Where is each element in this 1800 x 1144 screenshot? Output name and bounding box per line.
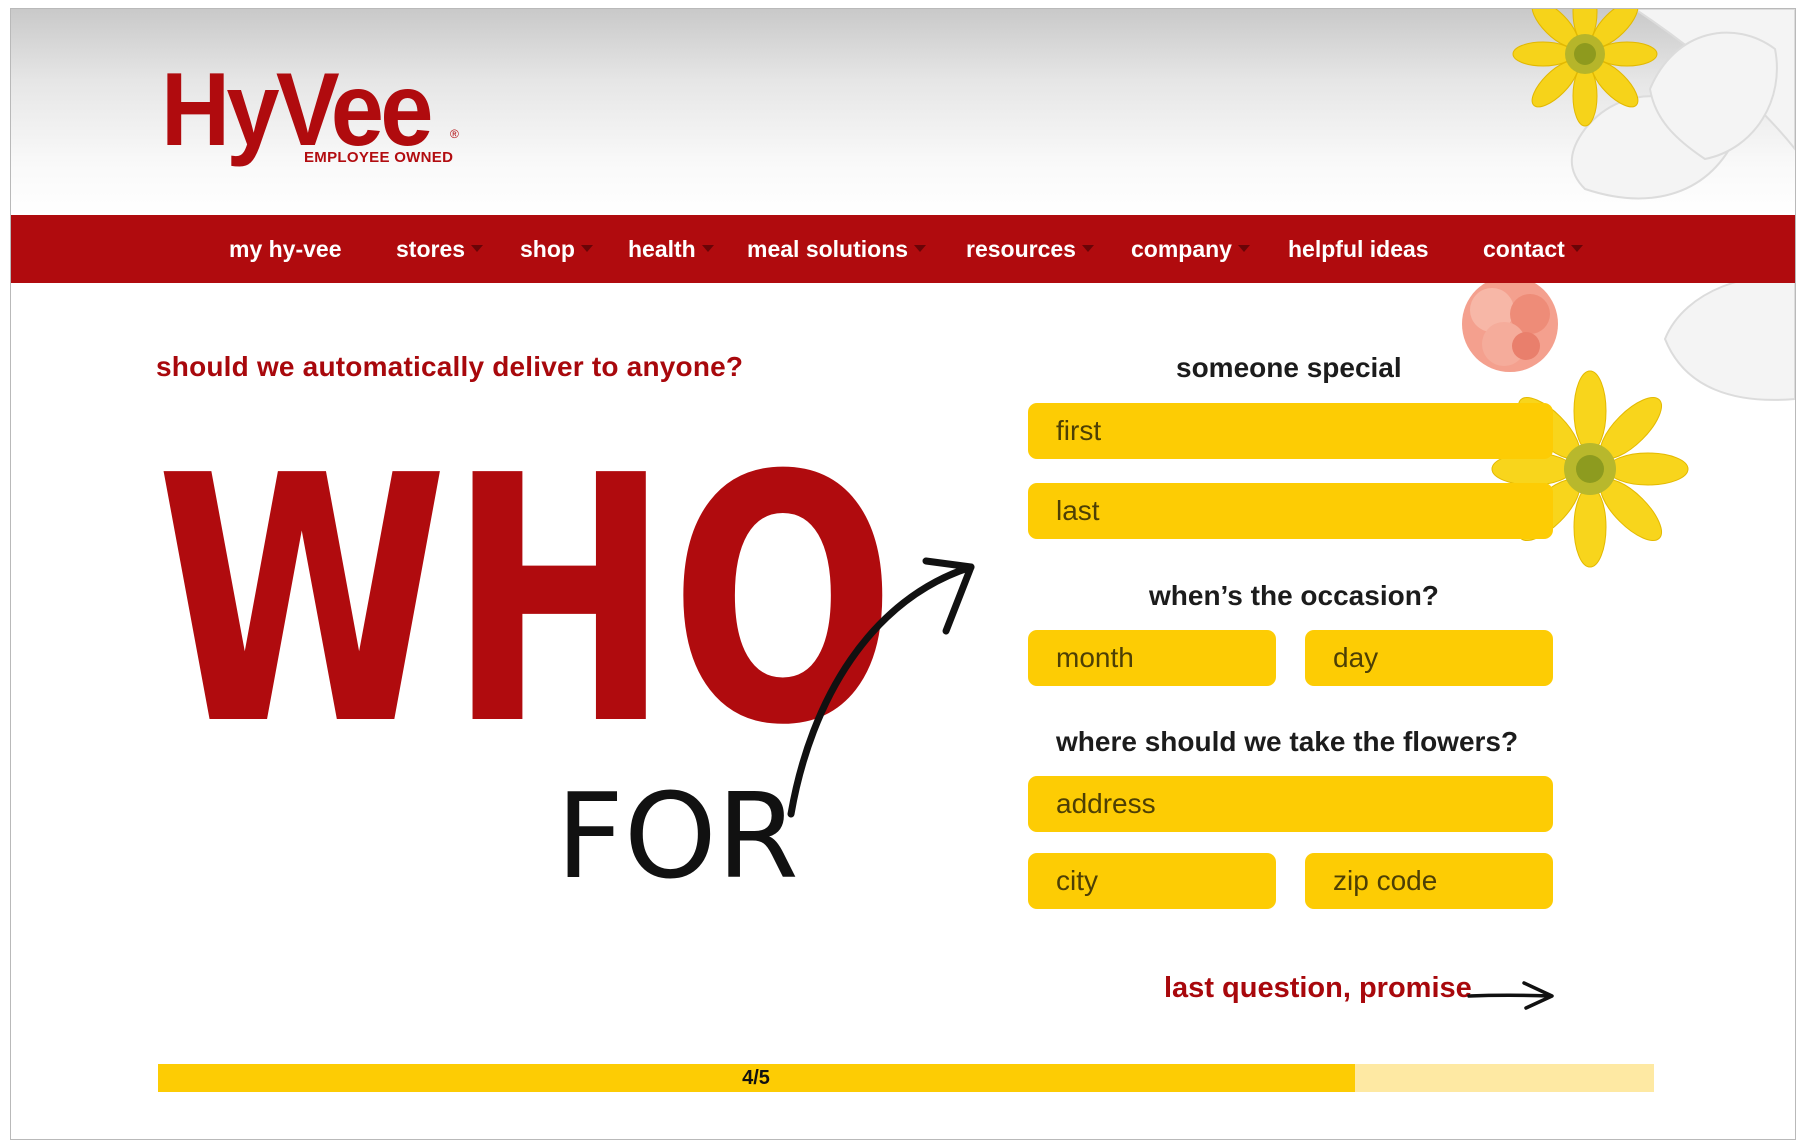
nav-item-label: health — [628, 236, 696, 262]
nav-item-stores[interactable]: stores — [396, 215, 484, 283]
address-field[interactable] — [1028, 776, 1553, 832]
site-header: HyVee EMPLOYEE OWNED ® — [11, 9, 1795, 215]
nav-item-company[interactable]: company — [1131, 215, 1250, 283]
logo-tagline: EMPLOYEE OWNED — [304, 149, 454, 166]
dropdown-caret-icon — [1081, 245, 1094, 253]
first-name-field[interactable] — [1028, 403, 1553, 459]
headline-who: WHO — [156, 403, 896, 799]
nav-item-contact[interactable]: contact — [1483, 215, 1583, 283]
nav-item-helpful-ideas[interactable]: helpful ideas — [1288, 215, 1429, 283]
day-field[interactable] — [1305, 630, 1553, 686]
recipient-label: someone special — [1176, 352, 1402, 383]
nav-item-meal-solutions[interactable]: meal solutions — [747, 215, 927, 283]
dropdown-caret-icon — [914, 245, 927, 253]
headline-for: FOR — [556, 767, 799, 905]
nav-item-label: resources — [966, 236, 1076, 262]
nav-item-health[interactable]: health — [628, 215, 714, 283]
nav-item-label: my hy-vee — [229, 236, 342, 262]
nav-item-label: helpful ideas — [1288, 236, 1429, 262]
right-arrow-icon[interactable] — [1466, 979, 1556, 1011]
dropdown-caret-icon — [580, 245, 593, 253]
next-question-link[interactable]: last question, promise — [1164, 972, 1472, 1005]
nav-item-my-hy-vee[interactable]: my hy-vee — [229, 215, 342, 283]
nav-item-shop[interactable]: shop — [520, 215, 593, 283]
address-label: where should we take the flowers? — [1056, 726, 1519, 757]
dropdown-caret-icon — [701, 245, 714, 253]
delivery-question: should we automatically deliver to anyon… — [156, 351, 744, 382]
dropdown-caret-icon — [471, 245, 484, 253]
occasion-label: when’s the occasion? — [1149, 580, 1439, 611]
progress-text: 4/5 — [742, 1067, 770, 1089]
month-field[interactable] — [1028, 630, 1276, 686]
city-field[interactable] — [1028, 853, 1276, 909]
main-nav: my hy-vee stores shop health meal soluti… — [11, 215, 1795, 283]
last-name-field[interactable] — [1028, 483, 1553, 539]
nav-item-label: shop — [520, 236, 575, 262]
zip-code-field[interactable] — [1305, 853, 1553, 909]
dropdown-caret-icon — [1570, 245, 1583, 253]
nav-item-label: contact — [1483, 236, 1565, 262]
dropdown-caret-icon — [1237, 245, 1250, 253]
page-frame: HyVee EMPLOYEE OWNED ® my hy-vee stores … — [10, 8, 1796, 1140]
nav-item-label: stores — [396, 236, 466, 262]
who-for-headline: WHO FOR — [156, 403, 975, 905]
progress-bar: 4/5 — [158, 1064, 1654, 1092]
registered-mark: ® — [450, 127, 459, 141]
pink-carnation-icon — [1462, 276, 1558, 372]
nav-item-label: meal solutions — [747, 236, 909, 262]
nav-item-resources[interactable]: resources — [966, 215, 1094, 283]
nav-item-label: company — [1131, 236, 1232, 262]
